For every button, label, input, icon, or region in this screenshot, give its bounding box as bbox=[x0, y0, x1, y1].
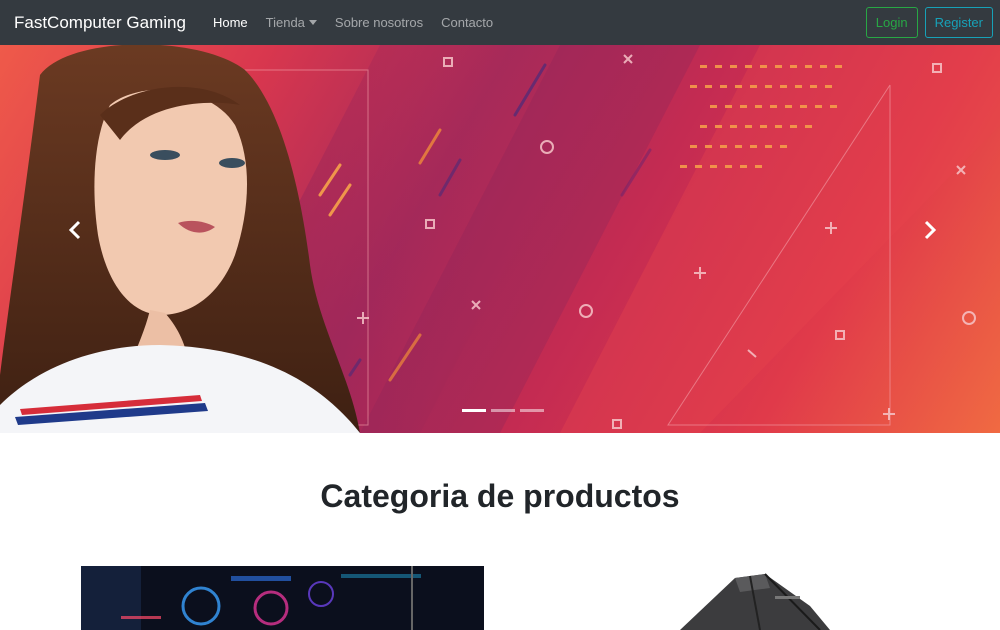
navbar: FastComputer Gaming Home Tienda Sobre no… bbox=[0, 0, 1000, 45]
carousel-indicators bbox=[462, 409, 544, 412]
nav-links: Home Tienda Sobre nosotros Contacto bbox=[204, 15, 502, 30]
login-button[interactable]: Login bbox=[865, 7, 918, 38]
hero-slide-image bbox=[0, 45, 1000, 433]
caret-down-icon bbox=[308, 20, 317, 25]
carousel-prev-button[interactable] bbox=[55, 210, 95, 250]
nav-link-sobre-nosotros[interactable]: Sobre nosotros bbox=[326, 15, 432, 30]
carousel-next-button[interactable] bbox=[910, 210, 950, 250]
hero-carousel bbox=[0, 45, 1000, 433]
section-title: Categoria de productos bbox=[320, 478, 680, 514]
nav-link-home[interactable]: Home bbox=[204, 15, 257, 30]
category-image-gaming-pc[interactable] bbox=[81, 566, 484, 630]
carousel-indicator-1[interactable] bbox=[462, 409, 486, 412]
nav-link-tienda[interactable]: Tienda bbox=[257, 15, 326, 30]
register-button[interactable]: Register bbox=[924, 7, 993, 38]
brand-logo[interactable]: FastComputer Gaming bbox=[14, 13, 186, 33]
category-image-pc-case[interactable] bbox=[600, 566, 920, 630]
nav-link-tienda-label: Tienda bbox=[265, 15, 305, 30]
chevron-left-icon bbox=[68, 220, 81, 240]
auth-buttons: Login Register bbox=[865, 7, 993, 38]
carousel-indicator-3[interactable] bbox=[520, 409, 544, 412]
chevron-right-icon bbox=[924, 220, 937, 240]
carousel-indicator-2[interactable] bbox=[491, 409, 515, 412]
nav-link-contacto[interactable]: Contacto bbox=[432, 15, 502, 30]
